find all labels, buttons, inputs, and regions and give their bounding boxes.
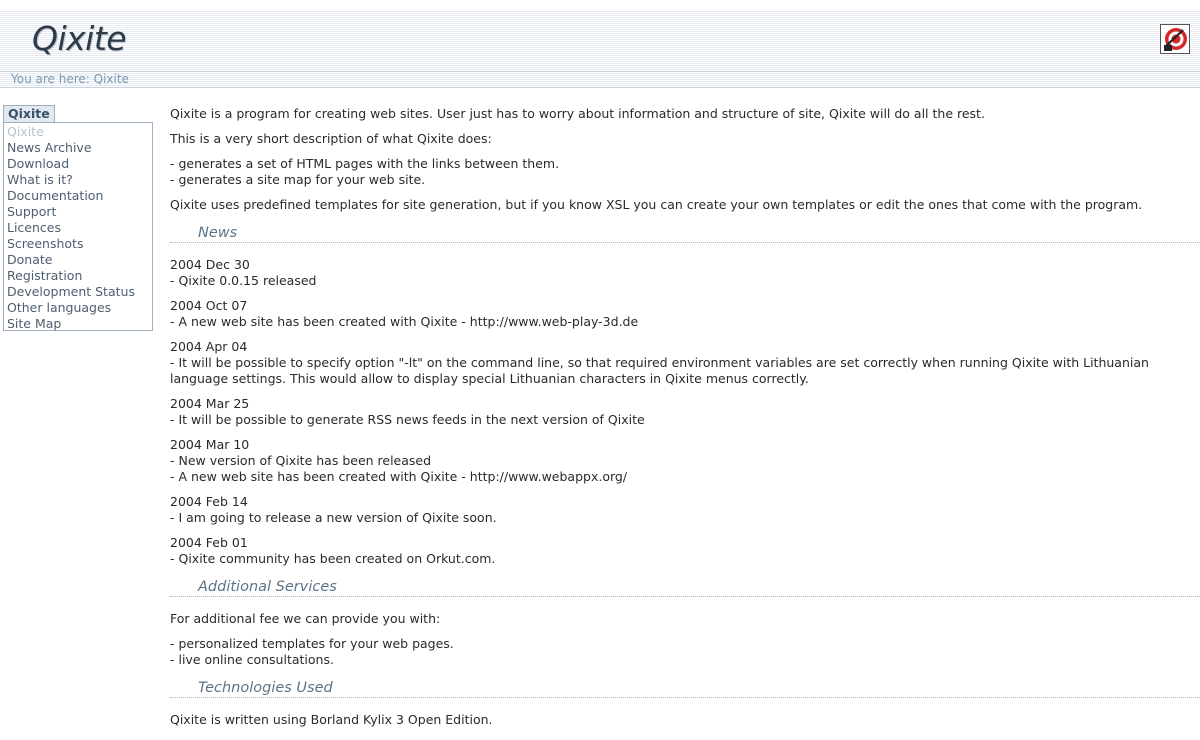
news-text: - It will be possible to generate RSS ne… [170, 412, 645, 427]
sidebar-title: Qixite [3, 105, 55, 122]
sidebar-item-other-languages[interactable]: Other languages [7, 300, 152, 316]
news-text: - It will be possible to specify option … [170, 355, 1149, 386]
news-date: 2004 Dec 30 [170, 257, 250, 272]
news-item: 2004 Dec 30 - Qixite 0.0.15 released [170, 257, 1200, 289]
breadcrumb: You are here: Qixite [0, 71, 1200, 88]
news-text: - New version of Qixite has been release… [170, 453, 432, 468]
list-item: - generates a set of HTML pages with the… [170, 156, 560, 171]
news-item: 2004 Apr 04 - It will be possible to spe… [170, 339, 1200, 387]
news-item: 2004 Feb 01 - Qixite community has been … [170, 535, 1200, 567]
list-item: - generates a site map for your web site… [170, 172, 426, 187]
news-text: - Qixite community has been created on O… [170, 551, 496, 566]
sidebar-menu: Qixite News Archive Download What is it?… [3, 122, 153, 331]
news-text: - A new web site has been created with Q… [170, 314, 639, 329]
news-heading: News [170, 222, 1200, 243]
news-date: 2004 Mar 10 [170, 437, 250, 452]
news-text: - I am going to release a new version of… [170, 510, 497, 525]
sidebar-item-development-status[interactable]: Development Status [7, 284, 152, 300]
site-header: Qixite [0, 10, 1200, 70]
additional-services-heading: Additional Services [170, 576, 1200, 597]
sidebar-item-qixite: Qixite [7, 124, 44, 139]
intro-description: This is a very short description of what… [170, 131, 492, 146]
sidebar-item-download[interactable]: Download [7, 156, 152, 172]
sidebar-item-registration[interactable]: Registration [7, 268, 152, 284]
sidebar-item-documentation[interactable]: Documentation [7, 188, 152, 204]
sidebar-item-news-archive[interactable]: News Archive [7, 140, 152, 156]
intro-feature-list: - generates a set of HTML pages with the… [170, 156, 1200, 188]
news-date: 2004 Oct 07 [170, 298, 248, 313]
news-date: 2004 Mar 25 [170, 396, 250, 411]
list-item: - personalized templates for your web pa… [170, 636, 454, 651]
news-item: 2004 Oct 07 - A new web site has been cr… [170, 298, 1200, 330]
news-item: 2004 Mar 10 - New version of Qixite has … [170, 437, 1200, 485]
technologies-paragraph: Qixite is written using Borland Kylix 3 … [170, 712, 493, 727]
news-date: 2004 Apr 04 [170, 339, 248, 354]
news-date: 2004 Feb 14 [170, 494, 248, 509]
site-logo[interactable]: Qixite [32, 19, 127, 58]
sidebar-item-site-map[interactable]: Site Map [7, 316, 152, 332]
news-date: 2004 Feb 01 [170, 535, 248, 550]
list-item: - live online consultations. [170, 652, 334, 667]
sidebar-item-donate[interactable]: Donate [7, 252, 152, 268]
news-item: 2004 Mar 25 - It will be possible to gen… [170, 396, 1200, 428]
qixite-badge-icon[interactable] [1160, 24, 1190, 54]
news-text: - Qixite 0.0.15 released [170, 273, 317, 288]
main-content: Qixite is a program for creating web sit… [170, 106, 1200, 737]
news-item: 2004 Feb 14 - I am going to release a ne… [170, 494, 1200, 526]
sidebar-item-what-is-it[interactable]: What is it? [7, 172, 152, 188]
services-paragraph: For additional fee we can provide you wi… [170, 611, 441, 626]
technologies-heading: Technologies Used [170, 677, 1200, 698]
sidebar-item-support[interactable]: Support [7, 204, 152, 220]
intro-paragraph: Qixite is a program for creating web sit… [170, 106, 985, 121]
sidebar-item-screenshots[interactable]: Screenshots [7, 236, 152, 252]
intro-templates-paragraph: Qixite uses predefined templates for sit… [170, 197, 1143, 212]
sidebar-item-licences[interactable]: Licences [7, 220, 152, 236]
services-list: - personalized templates for your web pa… [170, 636, 1200, 668]
news-text: - A new web site has been created with Q… [170, 469, 628, 484]
